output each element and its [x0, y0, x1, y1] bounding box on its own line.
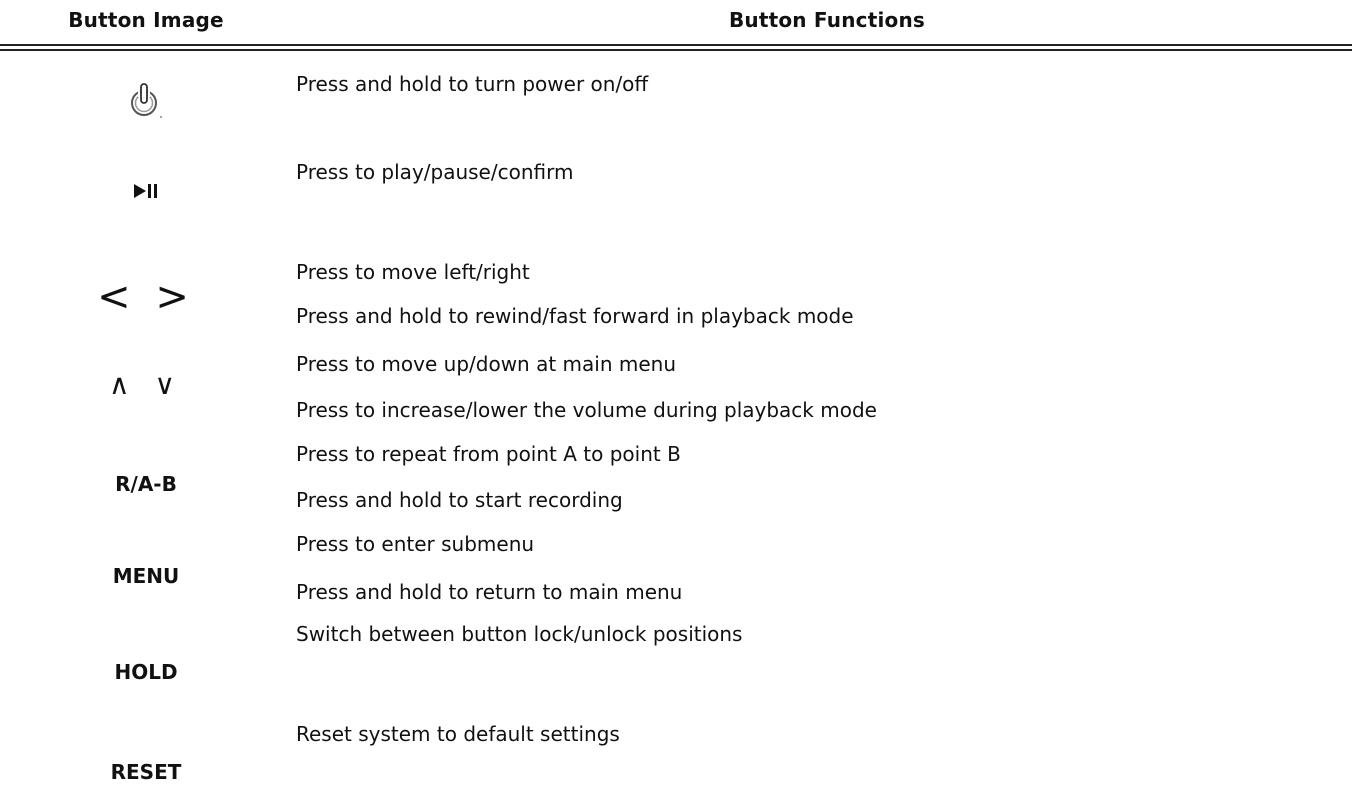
reset-button-label: RESET	[110, 760, 182, 784]
function-text: Press and hold to return to main menu	[296, 580, 683, 604]
function-text: Press and hold to start recording	[296, 488, 623, 512]
function-text: Press to repeat from point A to point B	[296, 442, 681, 466]
table-row-left-right-image: < >	[4, 272, 288, 322]
up-down-arrows-icon: ∧ ∨	[109, 368, 183, 401]
table-row-power-image	[4, 78, 288, 124]
table-row-up-down-image: ∧ ∨	[4, 362, 288, 408]
header-rule-bottom	[0, 49, 1352, 51]
play-pause-icon	[134, 184, 157, 198]
function-text: Press and hold to rewind/fast forward in…	[296, 304, 854, 328]
rab-button-label: R/A-B	[115, 472, 177, 496]
header-button-functions: Button Functions	[728, 8, 926, 32]
function-text: Reset system to default settings	[296, 722, 620, 746]
header-button-image: Button Image	[68, 8, 224, 32]
function-text: Press to move up/down at main menu	[296, 352, 676, 376]
menu-button-label: MENU	[112, 564, 180, 588]
function-text: Press to enter submenu	[296, 532, 535, 556]
table-row-play-image	[4, 176, 288, 206]
header-rule-top	[0, 44, 1352, 46]
function-text: Press to move left/right	[296, 260, 530, 284]
function-text: Press and hold to turn power on/off	[296, 72, 649, 96]
power-icon	[131, 83, 162, 118]
hold-button-label: HOLD	[114, 660, 178, 684]
function-text: Press to increase/lower the volume durin…	[296, 398, 877, 422]
function-text: Press to play/pause/confirm	[296, 160, 574, 184]
left-right-arrows-icon: < >	[97, 274, 195, 320]
table-row-reset-image: RESET	[4, 752, 288, 792]
function-text: Switch between button lock/unlock positi…	[296, 622, 743, 646]
table-row-hold-image: HOLD	[4, 652, 288, 692]
table-row-menu-image: MENU	[4, 556, 288, 596]
table-row-rab-image: R/A-B	[4, 464, 288, 504]
